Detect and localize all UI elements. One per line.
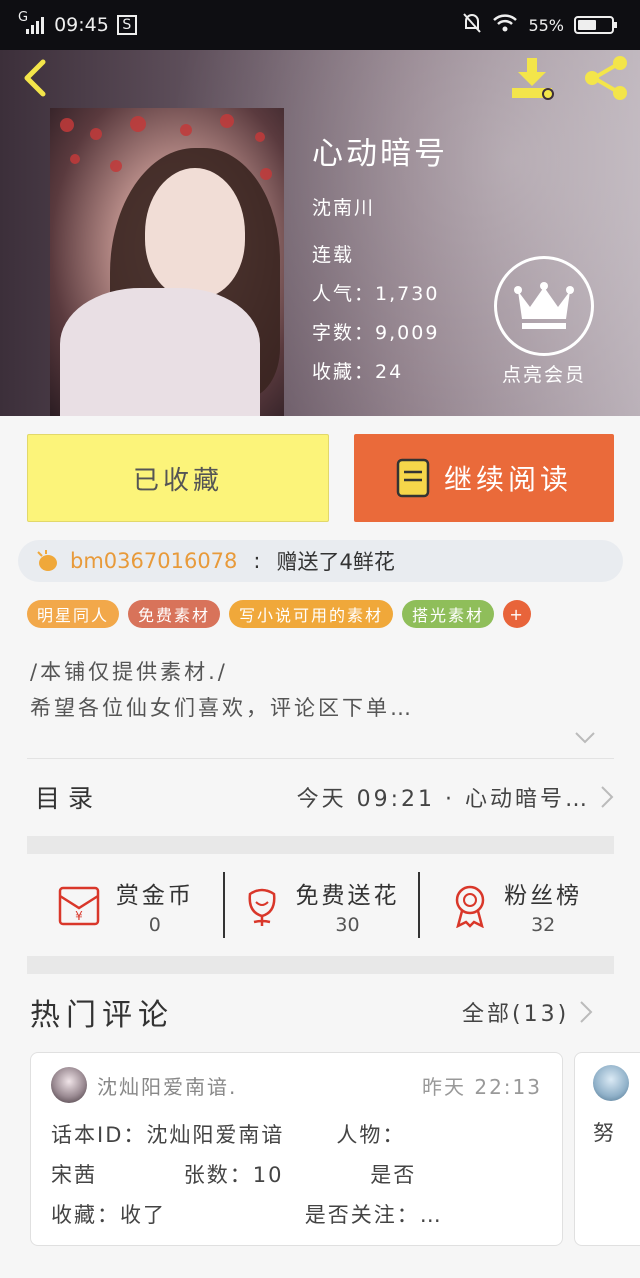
- stat-label: 赏金币: [115, 883, 194, 909]
- gift-text: 赠送了4鲜花: [276, 550, 395, 574]
- network-type: G: [18, 9, 29, 25]
- stat-value: 0: [148, 914, 161, 936]
- continue-reading-label: 继续阅读: [443, 463, 572, 496]
- description-line-2: 希望各位仙女们喜欢，评论区下单…: [30, 696, 414, 720]
- book-info: 心动暗号 沈南川 连载 人气：1,730 字数：9,009 收藏：24: [312, 128, 448, 396]
- book-favorites: 收藏：24: [312, 361, 404, 383]
- book-author[interactable]: 沈南川: [312, 193, 448, 220]
- book-title: 心动暗号: [312, 136, 448, 172]
- comment-body: 话本ID：沈灿阳爱南谙 人物： 宋茜 张数：10 是否 收藏：收了 是否关注：…: [51, 1123, 443, 1227]
- description-line-1: /本铺仅提供素材./: [30, 660, 228, 684]
- vip-label[interactable]: 点亮会员: [482, 360, 606, 387]
- sim-icon: S: [116, 15, 137, 35]
- comment-body: 努: [593, 1121, 614, 1145]
- avatar[interactable]: [51, 1067, 87, 1103]
- favorited-button[interactable]: 已收藏: [27, 434, 329, 522]
- share-button[interactable]: [580, 54, 632, 102]
- stat-value: 32: [531, 914, 556, 936]
- avatar[interactable]: [593, 1065, 629, 1101]
- medal-icon: [455, 885, 485, 928]
- comment-time: 昨天 22:13: [422, 1074, 542, 1099]
- svg-text:¥: ¥: [75, 909, 83, 923]
- catalog-title: 目录: [35, 783, 102, 813]
- back-button[interactable]: [14, 56, 54, 100]
- continue-reading-button[interactable]: 继续阅读: [354, 434, 614, 522]
- tag[interactable]: 免费素材: [128, 600, 221, 628]
- download-icon: [512, 58, 554, 100]
- battery-percent: 55%: [528, 15, 564, 35]
- status-time: 09:45: [54, 14, 109, 36]
- chevron-right-icon: [580, 1001, 593, 1023]
- stats-row: ¥ 赏金币 0 免费送花 30 粉丝榜 32: [27, 854, 614, 958]
- red-envelope-icon: ¥: [58, 886, 100, 926]
- gift-user[interactable]: bm0367016078: [70, 549, 237, 573]
- share-icon: [585, 56, 627, 100]
- chevron-down-icon: [575, 732, 595, 744]
- book-description[interactable]: /本铺仅提供素材./ 希望各位仙女们喜欢，评论区下单…: [30, 654, 414, 726]
- signal-icon: [26, 16, 44, 34]
- stat-value: 30: [335, 914, 360, 936]
- hot-comments-title: 热门评论: [30, 998, 174, 1033]
- latest-chapter: 今天 09:21 · 心动暗号…: [296, 786, 590, 812]
- comment-card[interactable]: 努: [574, 1052, 640, 1246]
- book-cover[interactable]: [50, 108, 284, 416]
- stat-label: 免费送花: [295, 883, 400, 909]
- status-bar: G 09:45 S 55%: [0, 0, 640, 50]
- vip-button[interactable]: [494, 256, 594, 356]
- download-button[interactable]: [508, 54, 560, 102]
- tag[interactable]: 写小说可用的素材: [229, 600, 394, 628]
- stat-reward-coins[interactable]: ¥ 赏金币 0: [27, 854, 223, 958]
- stat-free-flowers[interactable]: 免费送花 30: [222, 854, 419, 958]
- tag[interactable]: 明星同人: [27, 600, 120, 628]
- crown-icon: [514, 282, 574, 329]
- book-word-count: 字数：9,009: [312, 322, 440, 344]
- all-comments-label: 全部(13): [462, 1002, 570, 1027]
- section-divider: [27, 956, 614, 974]
- stat-fan-ranking[interactable]: 粉丝榜 32: [418, 854, 614, 958]
- book-status: 连载: [312, 244, 355, 266]
- book-header: 心动暗号 沈南川 连载 人气：1,730 字数：9,009 收藏：24 点亮会员: [0, 50, 640, 416]
- expand-description-button[interactable]: [574, 730, 596, 749]
- tag-list: 明星同人 免费素材 写小说可用的素材 搭光素材 +: [27, 600, 532, 628]
- more-tags-button[interactable]: +: [503, 600, 532, 628]
- tag[interactable]: 搭光素材: [402, 600, 495, 628]
- flower-icon: [248, 888, 275, 926]
- back-arrow-icon: [24, 59, 46, 97]
- chevron-right-icon: [601, 785, 614, 808]
- section-divider: [27, 836, 614, 854]
- catalog-row[interactable]: 目录 今天 09:21 · 心动暗号…: [27, 758, 614, 834]
- battery-icon: [574, 16, 617, 34]
- all-comments-link[interactable]: 全部(13): [462, 996, 593, 1028]
- stat-label: 粉丝榜: [504, 883, 583, 909]
- gift-notice[interactable]: bm0367016078 : 赠送了4鲜花: [18, 540, 623, 582]
- wifi-icon: [492, 13, 518, 37]
- book-popularity: 人气：1,730: [312, 283, 440, 305]
- gift-separator: :: [253, 549, 261, 573]
- comment-card[interactable]: 沈灿阳爱南谙. 昨天 22:13 话本ID：沈灿阳爱南谙 人物： 宋茜 张数：1…: [30, 1052, 563, 1246]
- mute-icon: [462, 12, 482, 38]
- hand-clap-icon: [37, 550, 57, 571]
- comment-user[interactable]: 沈灿阳爱南谙.: [97, 1071, 237, 1100]
- book-icon: [396, 458, 430, 498]
